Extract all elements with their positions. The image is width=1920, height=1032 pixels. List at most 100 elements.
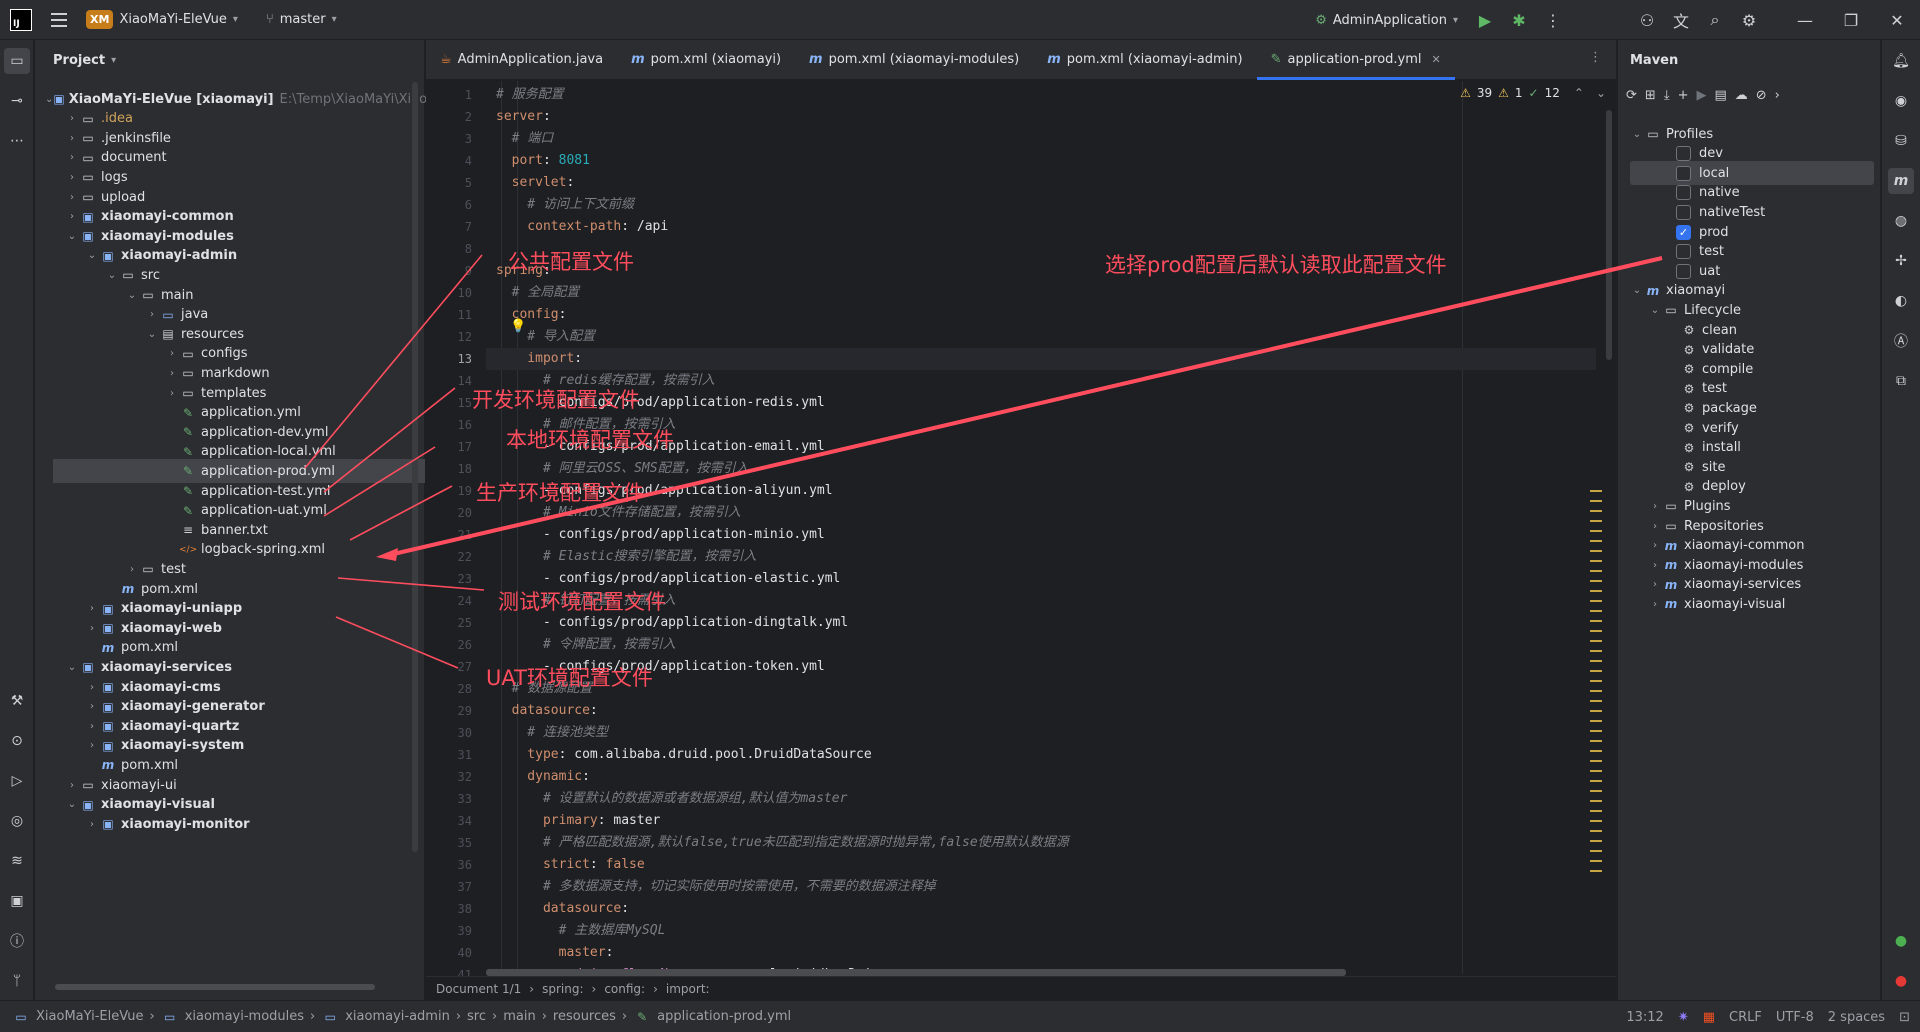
services-tool-icon[interactable]: ⊙ xyxy=(4,728,30,754)
chevron-right-icon[interactable]: › xyxy=(1648,579,1662,590)
project-tree-horizontal-scrollbar[interactable] xyxy=(55,984,375,990)
layers-tool-icon[interactable]: ≋ xyxy=(4,848,30,874)
fish-icon[interactable]: ◐ xyxy=(1888,288,1914,314)
chevron-right-icon[interactable]: › xyxy=(85,819,99,830)
generate-sources-icon[interactable]: ⊞ xyxy=(1645,88,1656,103)
vcs-branch-switcher[interactable]: ⑂ master ▾ xyxy=(266,12,337,27)
profile-checkbox[interactable] xyxy=(1676,204,1691,220)
download-icon[interactable]: ⤓ xyxy=(1664,88,1670,103)
chevron-down-icon[interactable]: ⌄ xyxy=(45,94,53,105)
indent-setting[interactable]: 2 spaces xyxy=(1828,1010,1885,1025)
translate-icon[interactable]: 文 xyxy=(1664,3,1698,37)
line-separator[interactable]: CRLF xyxy=(1729,1010,1762,1025)
endpoints-tool-icon[interactable]: ◎ xyxy=(4,808,30,834)
cursor-position[interactable]: 13:12 xyxy=(1626,1010,1663,1025)
chevron-down-icon[interactable]: ⌄ xyxy=(1648,305,1662,316)
chevron-right-icon[interactable]: › xyxy=(1648,599,1662,610)
status-breadcrumb-item[interactable]: resources xyxy=(553,1009,616,1024)
status-breadcrumb-item[interactable]: xiaomayi-modules xyxy=(185,1009,304,1024)
run-tool-icon[interactable]: ▷ xyxy=(4,768,30,794)
chevron-right-icon[interactable]: › xyxy=(145,309,159,320)
minimize-icon[interactable]: — xyxy=(1782,3,1828,37)
project-panel-header[interactable]: Project ▾ xyxy=(35,40,424,80)
editor-tab[interactable]: m pom.xml (xiaomayi) xyxy=(617,40,795,80)
chevron-right-icon[interactable]: › xyxy=(1775,88,1780,103)
close-tab-icon[interactable]: ✕ xyxy=(1432,53,1441,66)
profile-checkbox[interactable]: ✓ xyxy=(1676,224,1691,240)
build-tool-icon[interactable]: ⚒ xyxy=(4,688,30,714)
chevron-right-icon[interactable]: › xyxy=(85,623,99,634)
problems-tool-icon[interactable]: ⓘ xyxy=(4,928,30,954)
settings-icon[interactable]: ⚙ xyxy=(1732,3,1766,37)
offline-mode-icon[interactable]: ☁ xyxy=(1735,88,1748,103)
inspection-widget[interactable]: ⚠ 39 ⚠ 1 ✓ 12 ⌃ ⌄ xyxy=(1460,86,1606,100)
chevron-right-icon[interactable]: › xyxy=(65,211,79,222)
chevron-right-icon[interactable]: › xyxy=(165,348,179,359)
chevron-down-icon[interactable]: ⌄ xyxy=(105,270,119,281)
chevron-right-icon[interactable]: › xyxy=(65,113,79,124)
restore-icon[interactable]: ❐ xyxy=(1828,3,1874,37)
commit-tool-icon[interactable]: ⊸ xyxy=(4,88,30,114)
ai-status-icon[interactable]: ✷ xyxy=(1678,1010,1689,1025)
breadcrumb-item[interactable]: spring: xyxy=(542,982,583,996)
plugin-badge-icon[interactable]: ● xyxy=(1888,928,1914,954)
search-icon[interactable]: ⌕ xyxy=(1698,3,1732,37)
editor-tab[interactable]: ☕ AdminApplication.java xyxy=(426,40,617,80)
plugin-icon[interactable]: ✢ xyxy=(1888,248,1914,274)
profile-checkbox[interactable] xyxy=(1676,244,1691,260)
chevron-right-icon[interactable]: › xyxy=(65,780,79,791)
chevron-right-icon[interactable]: › xyxy=(65,152,79,163)
breadcrumb-item[interactable]: config: xyxy=(604,982,645,996)
chevron-right-icon[interactable]: › xyxy=(85,682,99,693)
breadcrumb-item[interactable]: Document 1/1 xyxy=(436,982,521,996)
notifications-icon[interactable]: 🔔︎ xyxy=(1888,48,1914,74)
maven-tree-item[interactable]: › m xiaomayi-visual xyxy=(1618,592,1881,616)
lightbulb-icon[interactable]: 💡 xyxy=(510,319,526,334)
project-tree-scrollbar[interactable] xyxy=(412,82,418,852)
status-breadcrumb-item[interactable]: xiaomayi-admin xyxy=(345,1009,450,1024)
close-icon[interactable]: ✕ xyxy=(1874,3,1920,37)
tree-item[interactable]: › ▣ xiaomayi-monitor xyxy=(35,812,415,836)
chevron-down-icon[interactable]: ⌄ xyxy=(65,662,79,673)
editor-tab[interactable]: m pom.xml (xiaomayi-modules) xyxy=(795,40,1033,80)
chevron-right-icon[interactable]: › xyxy=(85,721,99,732)
chevron-down-icon[interactable]: ⌄ xyxy=(145,329,159,340)
chevron-down-icon[interactable]: ⌄ xyxy=(85,250,99,261)
project-tool-icon[interactable]: ▭ xyxy=(4,48,30,74)
profile-checkbox[interactable] xyxy=(1676,165,1691,181)
git-tool-icon[interactable]: ᛘ xyxy=(4,968,30,994)
project-switcher[interactable]: XM XiaoMaYi-EleVue ▾ xyxy=(86,10,238,29)
more-actions-icon[interactable]: ⋮ xyxy=(1536,3,1570,37)
main-menu-icon[interactable] xyxy=(44,5,74,35)
run-configuration-selector[interactable]: ⚙ AdminApplication ▾ xyxy=(1305,13,1468,28)
run-maven-icon[interactable]: ▶ xyxy=(1696,88,1706,103)
tabs-more-icon[interactable]: ⋮ xyxy=(1589,50,1602,65)
ai-assistant-icon[interactable]: ◉ xyxy=(1888,88,1914,114)
chevron-down-icon[interactable]: ⌄ xyxy=(65,799,79,810)
chevron-right-icon[interactable]: › xyxy=(1648,521,1662,532)
status-breadcrumb-item[interactable]: XiaoMaYi-EleVue xyxy=(36,1009,143,1024)
copilot-icon[interactable]: ◍ xyxy=(1888,208,1914,234)
debug-icon[interactable]: ✱ xyxy=(1502,3,1536,37)
chevron-right-icon[interactable]: › xyxy=(125,564,139,575)
chevron-down-icon[interactable]: ⌄ xyxy=(1596,86,1606,100)
lock-icon[interactable]: ⊡ xyxy=(1899,1010,1910,1025)
execute-goal-icon[interactable]: ▤ xyxy=(1714,88,1726,103)
chevron-right-icon[interactable]: › xyxy=(85,603,99,614)
status-breadcrumb-item[interactable]: application-prod.yml xyxy=(657,1009,791,1024)
chevron-down-icon[interactable]: ⌄ xyxy=(1630,285,1644,296)
add-user-icon[interactable]: ⚇ xyxy=(1630,3,1664,37)
skip-tests-icon[interactable]: ⊘ xyxy=(1756,88,1767,103)
terminal-tool-icon[interactable]: ▣ xyxy=(4,888,30,914)
chevron-right-icon[interactable]: › xyxy=(65,133,79,144)
chevron-right-icon[interactable]: › xyxy=(165,368,179,379)
editor-vertical-scrollbar[interactable] xyxy=(1606,110,1612,360)
editor-tab[interactable]: m pom.xml (xiaomayi-admin) xyxy=(1033,40,1256,80)
chevron-right-icon[interactable]: › xyxy=(65,192,79,203)
chevron-right-icon[interactable]: › xyxy=(65,172,79,183)
translate-tool-icon[interactable]: Ⓐ xyxy=(1888,328,1914,354)
profile-checkbox[interactable] xyxy=(1676,185,1691,201)
status-breadcrumb-item[interactable]: main xyxy=(503,1009,535,1024)
profile-checkbox[interactable] xyxy=(1676,263,1691,279)
status-breadcrumb-item[interactable]: src xyxy=(467,1009,486,1024)
